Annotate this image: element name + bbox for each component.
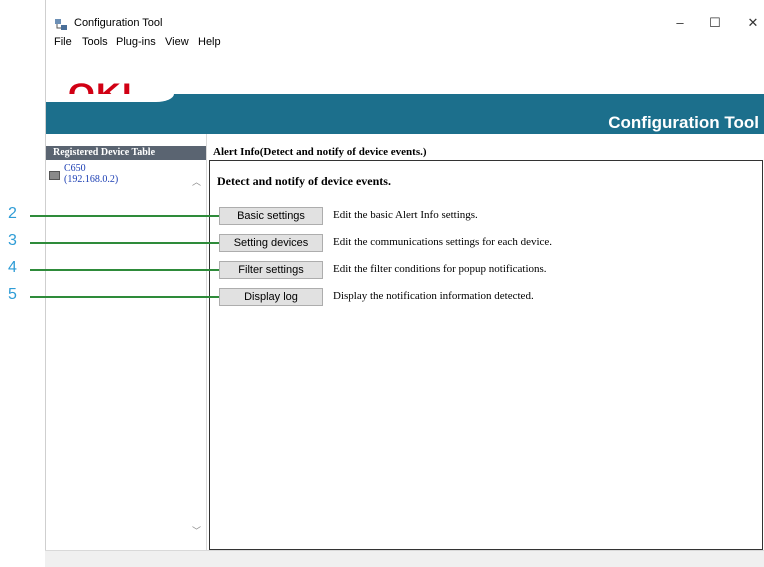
content-header: Alert Info(Detect and notify of device e… <box>213 146 427 158</box>
callout-number-2: 2 <box>8 205 17 222</box>
callout-line-3 <box>30 242 219 244</box>
chevron-up-icon[interactable]: ︿ <box>192 175 201 188</box>
close-button[interactable]: ✕ <box>741 14 764 32</box>
registered-device-panel: Registered Device Table C650 (192.168.0.… <box>46 134 207 550</box>
window-title: Configuration Tool <box>74 17 163 29</box>
printer-icon <box>49 171 60 180</box>
display-log-description: Display the notification information det… <box>333 290 534 302</box>
status-bar <box>45 550 764 567</box>
filter-settings-button[interactable]: Filter settings <box>219 261 323 279</box>
device-ip: (192.168.0.2) <box>64 174 119 185</box>
configuration-tool-icon <box>55 19 67 30</box>
basic-settings-description: Edit the basic Alert Info settings. <box>333 209 478 221</box>
device-name: C650 <box>64 163 86 174</box>
callout-number-5: 5 <box>8 286 17 303</box>
banner-curve <box>46 94 174 102</box>
menu-tools[interactable]: Tools <box>82 36 108 48</box>
minimize-button[interactable]: – <box>668 14 692 32</box>
configuration-tool-window: Configuration Tool – ☐ ✕ File Tools Plug… <box>45 0 764 566</box>
content-panel: Alert Info(Detect and notify of device e… <box>208 134 764 550</box>
display-log-button[interactable]: Display log <box>219 288 323 306</box>
callout-line-5 <box>30 296 219 298</box>
maximize-button[interactable]: ☐ <box>703 14 727 32</box>
chevron-down-icon[interactable]: ﹀ <box>192 524 201 537</box>
basic-settings-button[interactable]: Basic settings <box>219 207 323 225</box>
menu-bar: File Tools Plug-ins View Help <box>46 36 764 54</box>
callout-number-4: 4 <box>8 259 17 276</box>
menu-view[interactable]: View <box>165 36 189 48</box>
menu-plug-ins[interactable]: Plug-ins <box>116 36 156 48</box>
callout-line-4 <box>30 269 219 271</box>
menu-help[interactable]: Help <box>198 36 221 48</box>
title-bar: Configuration Tool – ☐ ✕ <box>46 0 764 34</box>
menu-file[interactable]: File <box>54 36 72 48</box>
filter-settings-description: Edit the filter conditions for popup not… <box>333 263 547 275</box>
content-subtitle: Detect and notify of device events. <box>217 174 391 188</box>
registered-device-table-header: Registered Device Table <box>46 146 206 160</box>
callout-line-2 <box>30 215 219 217</box>
setting-devices-description: Edit the communications settings for eac… <box>333 236 553 248</box>
setting-devices-button[interactable]: Setting devices <box>219 234 323 252</box>
banner-title: Configuration Tool <box>608 113 759 132</box>
callout-number-3: 3 <box>8 232 17 249</box>
